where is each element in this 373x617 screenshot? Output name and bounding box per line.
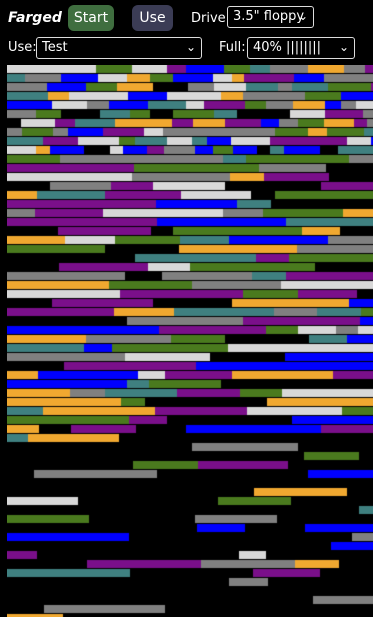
full-label: Full: bbox=[219, 40, 246, 55]
use-select-value: Test bbox=[42, 40, 68, 55]
drive-select-value: 3.5" floppy bbox=[233, 9, 305, 24]
use-select[interactable]: Test ⌄ bbox=[36, 37, 202, 59]
use-label: Use: bbox=[8, 40, 37, 55]
settings-bar: Use: Test ⌄ Full: 40% |||||||| ⌄ bbox=[0, 34, 373, 64]
start-button[interactable]: Start bbox=[68, 5, 114, 31]
chevron-down-icon: ⌄ bbox=[338, 40, 349, 54]
drive-label: Drive: bbox=[191, 11, 231, 26]
chevron-down-icon: ⌄ bbox=[185, 40, 196, 54]
disk-fragmentation-map bbox=[7, 65, 373, 617]
use-button[interactable]: Use bbox=[132, 5, 173, 31]
chevron-down-icon: ⌄ bbox=[297, 9, 308, 23]
top-toolbar: Farged Start Use Drive: 3.5" floppy ⌄ bbox=[0, 0, 373, 34]
drive-select[interactable]: 3.5" floppy ⌄ bbox=[227, 6, 314, 28]
app-title: Farged bbox=[8, 10, 62, 26]
full-select[interactable]: 40% |||||||| ⌄ bbox=[247, 37, 355, 59]
full-select-value: 40% |||||||| bbox=[253, 40, 322, 55]
